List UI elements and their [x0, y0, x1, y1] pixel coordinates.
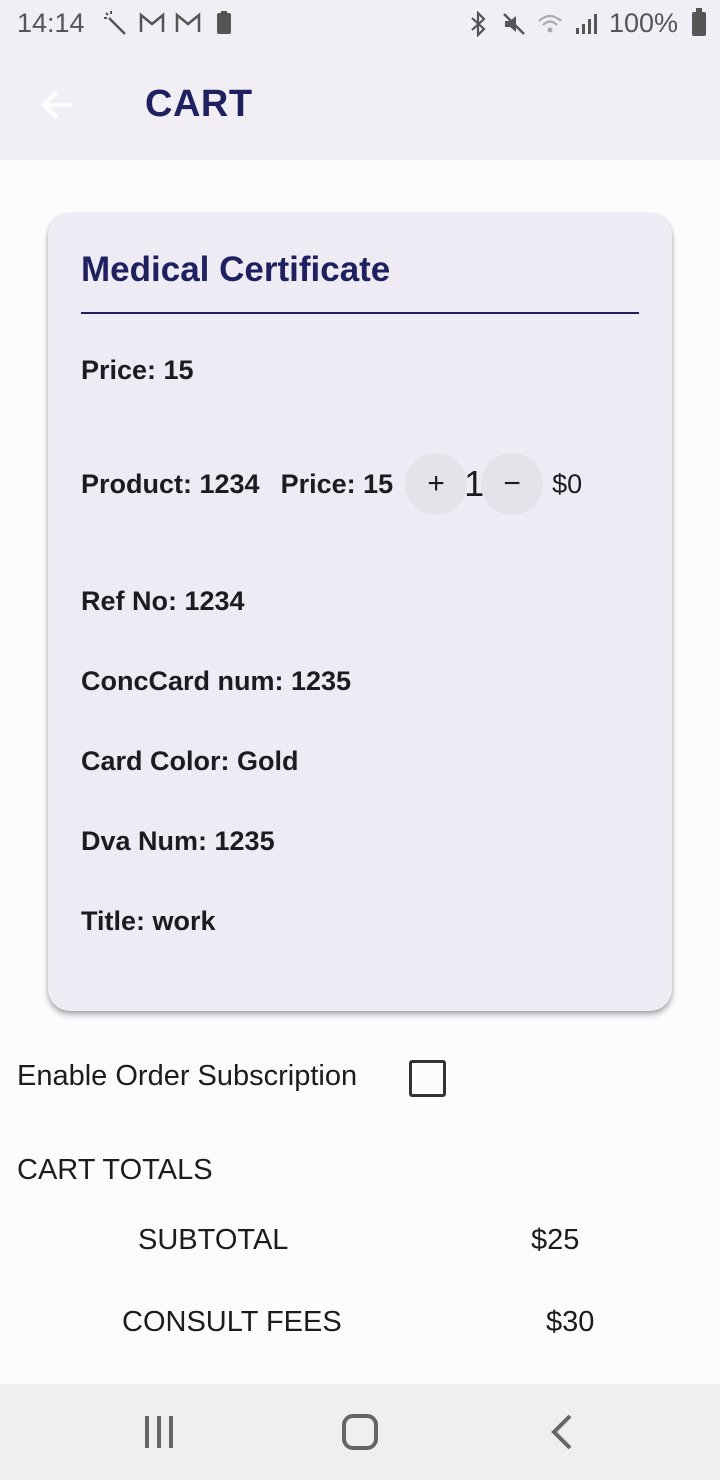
product-id: Product: 1234 — [81, 468, 260, 499]
bluetooth-icon — [471, 10, 486, 37]
subscription-checkbox[interactable] — [409, 1060, 446, 1097]
back-button[interactable] — [30, 77, 86, 133]
status-right: 100% — [465, 7, 706, 39]
consult-fees-value: $30 — [546, 1306, 595, 1338]
cart-item-card: Medical Certificate Price: 15 Product: 1… — [48, 213, 672, 1011]
back-icon — [551, 1414, 572, 1450]
status-time: 14:14 — [17, 8, 85, 38]
subtotal-value: $25 — [531, 1224, 580, 1256]
conc-card-num: ConcCard num: 1235 — [81, 666, 352, 696]
mute-icon — [503, 12, 525, 35]
app-bar: CART — [0, 50, 720, 160]
battery-icon — [692, 7, 706, 36]
decrement-button[interactable]: − — [481, 453, 544, 515]
card-color: Card Color: Gold — [81, 746, 299, 776]
recent-apps-button[interactable] — [129, 1402, 189, 1462]
page-title: CART — [145, 83, 253, 125]
battery-percent: 100% — [608, 8, 678, 38]
quantity-stepper: + 1 − — [405, 453, 544, 515]
status-bar: 14:14 100% — [0, 0, 720, 50]
home-button[interactable] — [330, 1402, 390, 1462]
subscription-label: Enable Order Subscription — [17, 1060, 358, 1092]
item-title: Medical Certificate — [81, 250, 391, 289]
system-nav-bar — [0, 1384, 720, 1480]
home-icon — [342, 1414, 378, 1450]
increment-button[interactable]: + — [405, 453, 468, 515]
item-title-field: Title: work — [81, 906, 216, 936]
product-price: Price: 15 — [280, 468, 394, 499]
dva-num: Dva Num: 1235 — [81, 826, 275, 856]
recent-apps-icon — [145, 1416, 173, 1448]
ref-no: Ref No: 1234 — [81, 586, 245, 616]
wifi-icon — [538, 14, 562, 32]
title-divider — [81, 312, 639, 314]
battery-saver-icon — [217, 11, 231, 34]
status-left-icons — [103, 10, 237, 36]
product-row: Product: 1234 Price: 15 + 1 − $0 — [81, 453, 582, 515]
consult-fees-label: CONSULT FEES — [122, 1306, 342, 1338]
arrow-back-icon — [41, 90, 72, 120]
subtotal-label: SUBTOTAL — [138, 1224, 289, 1256]
system-back-button[interactable] — [532, 1402, 592, 1462]
line-total: $0 — [552, 468, 583, 499]
signal-icon — [575, 13, 597, 34]
gmail-icon — [175, 12, 201, 32]
gmail-icon — [139, 12, 165, 32]
item-price: Price: 15 — [81, 355, 194, 385]
cart-totals-heading: CART TOTALS — [17, 1154, 213, 1186]
magic-wand-icon — [104, 11, 126, 35]
